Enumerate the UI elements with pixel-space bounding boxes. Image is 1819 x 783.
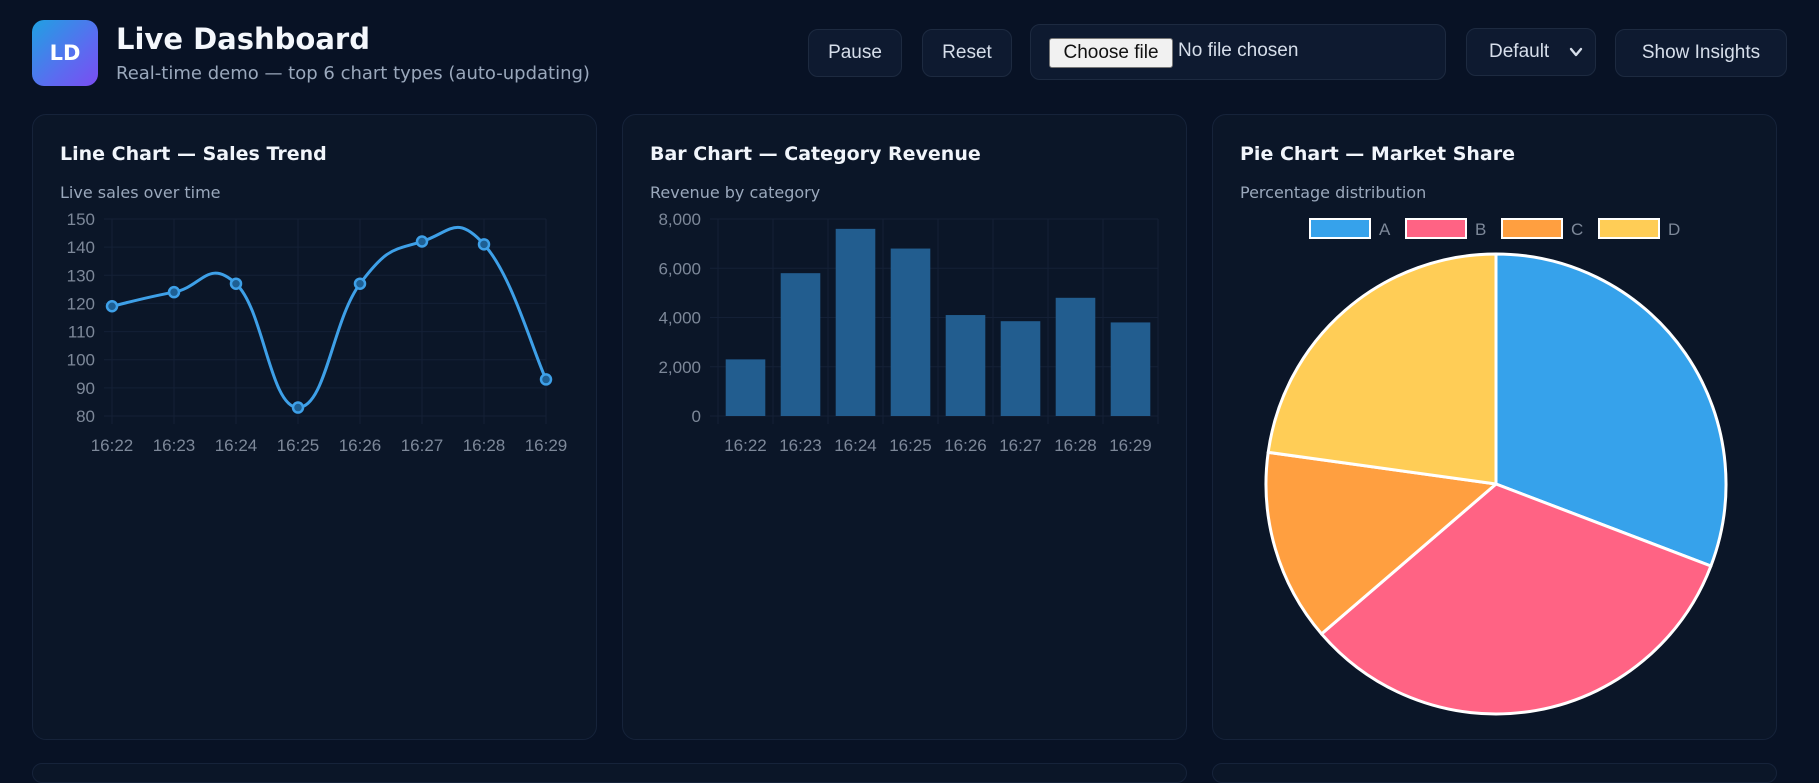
y-tick-label: 8,000 <box>658 210 701 229</box>
show-insights-button[interactable]: Show Insights <box>1615 29 1787 77</box>
x-tick-label: 16:22 <box>724 436 767 455</box>
choose-file-button[interactable]: Choose file <box>1049 38 1173 68</box>
app-logo: LD <box>32 20 98 86</box>
x-tick-label: 16:28 <box>1054 436 1097 455</box>
line-data-point <box>477 238 491 251</box>
next-row-card <box>1212 763 1777 783</box>
line-chart: 150 140 130 120 110 100 90 80 16:22 16:23 16:24 16:… <box>67 210 568 455</box>
y-tick-label: 90 <box>76 379 95 398</box>
line-chart-card: Line Chart — Sales Trend Live sales over… <box>32 114 597 740</box>
x-tick-label: 16:27 <box>999 436 1042 455</box>
y-tick-label: 150 <box>67 210 95 229</box>
revenue-bar <box>1055 297 1096 416</box>
file-status-text: No file chosen <box>1178 40 1299 61</box>
line-data-point <box>167 285 181 299</box>
y-tick-label: 6,000 <box>658 259 701 278</box>
y-tick-label: 2,000 <box>658 358 701 377</box>
file-input[interactable]: Choose file No file chosen <box>1030 24 1446 80</box>
y-tick-label: 0 <box>692 407 701 426</box>
pie-chart: A B C D <box>1264 218 1728 716</box>
pause-button[interactable]: Pause <box>808 29 902 77</box>
pie-chart-card: Pie Chart — Market Share Percentage dist… <box>1212 114 1777 740</box>
x-tick-label: 16:25 <box>889 436 932 455</box>
sales-trend-line <box>111 225 548 410</box>
x-tick-label: 16:29 <box>525 436 568 455</box>
line-data-point <box>291 401 305 414</box>
y-tick-label: 120 <box>67 294 95 313</box>
x-tick-label: 16:26 <box>339 436 382 455</box>
pie-slice <box>1266 252 1498 486</box>
revenue-bar <box>780 273 821 416</box>
y-tick-label: 130 <box>67 266 95 285</box>
y-tick-label: 100 <box>67 351 95 370</box>
line-data-point <box>415 235 429 248</box>
x-tick-label: 16:22 <box>91 436 134 455</box>
page-subtitle: Real-time demo — top 6 chart types (auto… <box>116 63 590 84</box>
y-tick-label: 140 <box>67 238 95 257</box>
page-title: Live Dashboard <box>116 22 370 56</box>
revenue-bar <box>725 359 766 416</box>
line-data-point <box>229 277 243 290</box>
legend-swatch <box>1405 218 1467 239</box>
theme-select-value: Default <box>1489 41 1550 62</box>
bar-chart: 8,000 6,000 4,000 2,000 0 16:22 16:23 16:24 16:2… <box>658 210 1159 455</box>
legend-label: B <box>1475 220 1486 239</box>
x-tick-label: 16:28 <box>463 436 506 455</box>
line-data-point <box>539 373 553 386</box>
chevron-down-icon <box>1569 47 1583 57</box>
x-tick-label: 16:24 <box>834 436 877 455</box>
legend-label: A <box>1379 220 1391 239</box>
revenue-bar <box>945 315 986 416</box>
reset-button[interactable]: Reset <box>922 29 1012 77</box>
dashboard-header: LD Live Dashboard Real-time demo — top 6… <box>32 18 1787 88</box>
x-tick-label: 16:23 <box>153 436 196 455</box>
revenue-bar <box>835 228 876 416</box>
revenue-bar <box>1110 322 1151 416</box>
next-row-card-wide <box>32 763 1187 783</box>
x-tick-label: 16:27 <box>401 436 444 455</box>
y-tick-label: 4,000 <box>658 309 701 328</box>
legend-label: D <box>1668 220 1680 239</box>
legend-swatch <box>1309 218 1371 239</box>
x-tick-label: 16:26 <box>944 436 987 455</box>
x-tick-label: 16:24 <box>215 436 258 455</box>
bar-chart-card: Bar Chart — Category Revenue Revenue by … <box>622 114 1187 740</box>
legend-swatch <box>1501 218 1563 239</box>
y-tick-label: 80 <box>76 407 95 426</box>
x-tick-label: 16:29 <box>1109 436 1152 455</box>
revenue-bar <box>1000 321 1041 416</box>
y-tick-label: 110 <box>68 323 95 342</box>
theme-select[interactable]: Default <box>1466 28 1596 76</box>
revenue-bar <box>890 248 931 416</box>
line-data-point <box>105 299 119 313</box>
x-tick-label: 16:23 <box>779 436 822 455</box>
x-tick-label: 16:25 <box>277 436 320 455</box>
legend-swatch <box>1598 218 1660 239</box>
legend-label: C <box>1571 220 1583 239</box>
line-data-point <box>353 277 367 290</box>
